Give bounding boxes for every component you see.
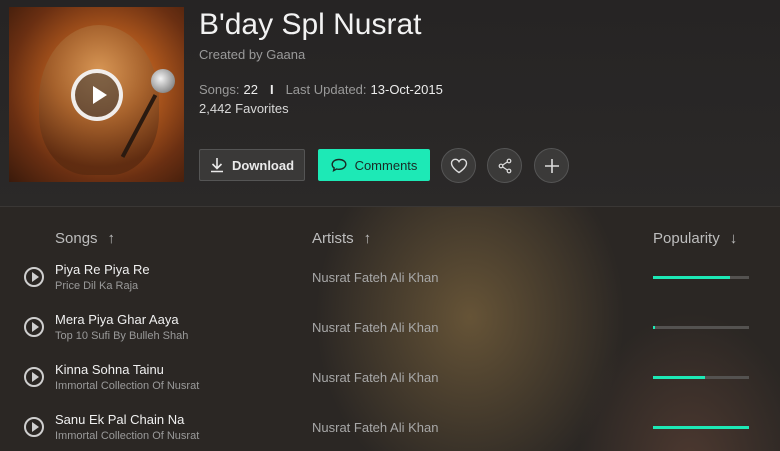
download-icon bbox=[210, 158, 223, 173]
popularity-fill bbox=[653, 426, 749, 429]
sort-up-icon: ↑ bbox=[363, 230, 372, 247]
playlist-creator: Created by Gaana bbox=[199, 47, 306, 62]
song-title[interactable]: Mera Piya Ghar Aaya bbox=[55, 312, 179, 327]
playlist-header: B'day Spl Nusrat Created by Gaana Songs:… bbox=[0, 0, 780, 207]
song-artist[interactable]: Nusrat Fateh Ali Khan bbox=[312, 420, 438, 435]
song-title[interactable]: Piya Re Piya Re bbox=[55, 262, 150, 277]
popularity-fill bbox=[653, 276, 730, 279]
play-playlist-icon[interactable] bbox=[71, 69, 123, 121]
artists-header-label: Artists bbox=[312, 230, 354, 247]
popularity-header-label: Popularity bbox=[653, 230, 720, 247]
share-button[interactable] bbox=[487, 148, 522, 183]
song-row[interactable]: Mera Piya Ghar Aaya Top 10 Sufi By Bulle… bbox=[0, 311, 780, 361]
last-updated-value: 13-Oct-2015 bbox=[370, 82, 443, 97]
heart-icon bbox=[450, 158, 467, 173]
popularity-bar bbox=[653, 426, 749, 429]
song-row[interactable]: Sanu Ek Pal Chain Na Immortal Collection… bbox=[0, 411, 780, 451]
play-song-icon[interactable] bbox=[24, 367, 44, 387]
song-artist[interactable]: Nusrat Fateh Ali Khan bbox=[312, 370, 438, 385]
play-song-icon[interactable] bbox=[24, 267, 44, 287]
popularity-bar bbox=[653, 376, 749, 379]
song-row[interactable]: Kinna Sohna Tainu Immortal Collection Of… bbox=[0, 361, 780, 411]
songs-column-header[interactable]: Songs ↑ bbox=[55, 230, 115, 247]
playlist-cover-art[interactable] bbox=[9, 7, 184, 182]
artists-column-header[interactable]: Artists ↑ bbox=[312, 230, 371, 247]
download-button[interactable]: Download bbox=[199, 149, 305, 181]
song-title[interactable]: Kinna Sohna Tainu bbox=[55, 362, 164, 377]
playlist-title: B'day Spl Nusrat bbox=[199, 8, 422, 41]
play-song-icon[interactable] bbox=[24, 417, 44, 437]
song-title[interactable]: Sanu Ek Pal Chain Na bbox=[55, 412, 184, 427]
play-song-icon[interactable] bbox=[24, 317, 44, 337]
songs-count-label: Songs: bbox=[199, 82, 240, 97]
meta-separator: I bbox=[269, 82, 274, 97]
playlist-meta: Songs: 22 I Last Updated: 13-Oct-2015 bbox=[199, 82, 443, 97]
song-artist[interactable]: Nusrat Fateh Ali Khan bbox=[312, 270, 438, 285]
song-row[interactable]: Piya Re Piya Re Price Dil Ka Raja Nusrat… bbox=[0, 261, 780, 311]
song-album[interactable]: Price Dil Ka Raja bbox=[55, 280, 138, 292]
song-album[interactable]: Top 10 Sufi By Bulleh Shah bbox=[55, 330, 188, 342]
comments-button[interactable]: Comments bbox=[318, 149, 430, 181]
download-label: Download bbox=[231, 157, 295, 173]
microphone-shape bbox=[151, 69, 175, 93]
sort-down-icon: ↓ bbox=[729, 230, 738, 247]
last-updated-label: Last Updated: bbox=[285, 82, 367, 97]
sort-up-icon: ↑ bbox=[107, 230, 116, 247]
favorite-button[interactable] bbox=[441, 148, 476, 183]
popularity-fill bbox=[653, 326, 655, 329]
popularity-fill bbox=[653, 376, 705, 379]
popularity-bar bbox=[653, 276, 749, 279]
song-album[interactable]: Immortal Collection Of Nusrat bbox=[55, 380, 199, 392]
popularity-column-header[interactable]: Popularity ↓ bbox=[653, 230, 737, 247]
song-list: Songs ↑ Artists ↑ Popularity ↓ Piya Re P… bbox=[0, 207, 780, 451]
comments-label: Comments bbox=[354, 157, 418, 173]
add-to-playlist-button[interactable] bbox=[534, 148, 569, 183]
favorites-count: 2,442 Favorites bbox=[199, 101, 289, 116]
song-album[interactable]: Immortal Collection Of Nusrat bbox=[55, 430, 199, 442]
share-icon bbox=[498, 158, 511, 173]
songs-count-value: 22 bbox=[243, 82, 258, 97]
plus-icon bbox=[544, 158, 559, 173]
song-artist[interactable]: Nusrat Fateh Ali Khan bbox=[312, 320, 438, 335]
popularity-bar bbox=[653, 326, 749, 329]
comment-bubble-icon bbox=[331, 158, 347, 172]
songs-header-label: Songs bbox=[55, 230, 98, 247]
